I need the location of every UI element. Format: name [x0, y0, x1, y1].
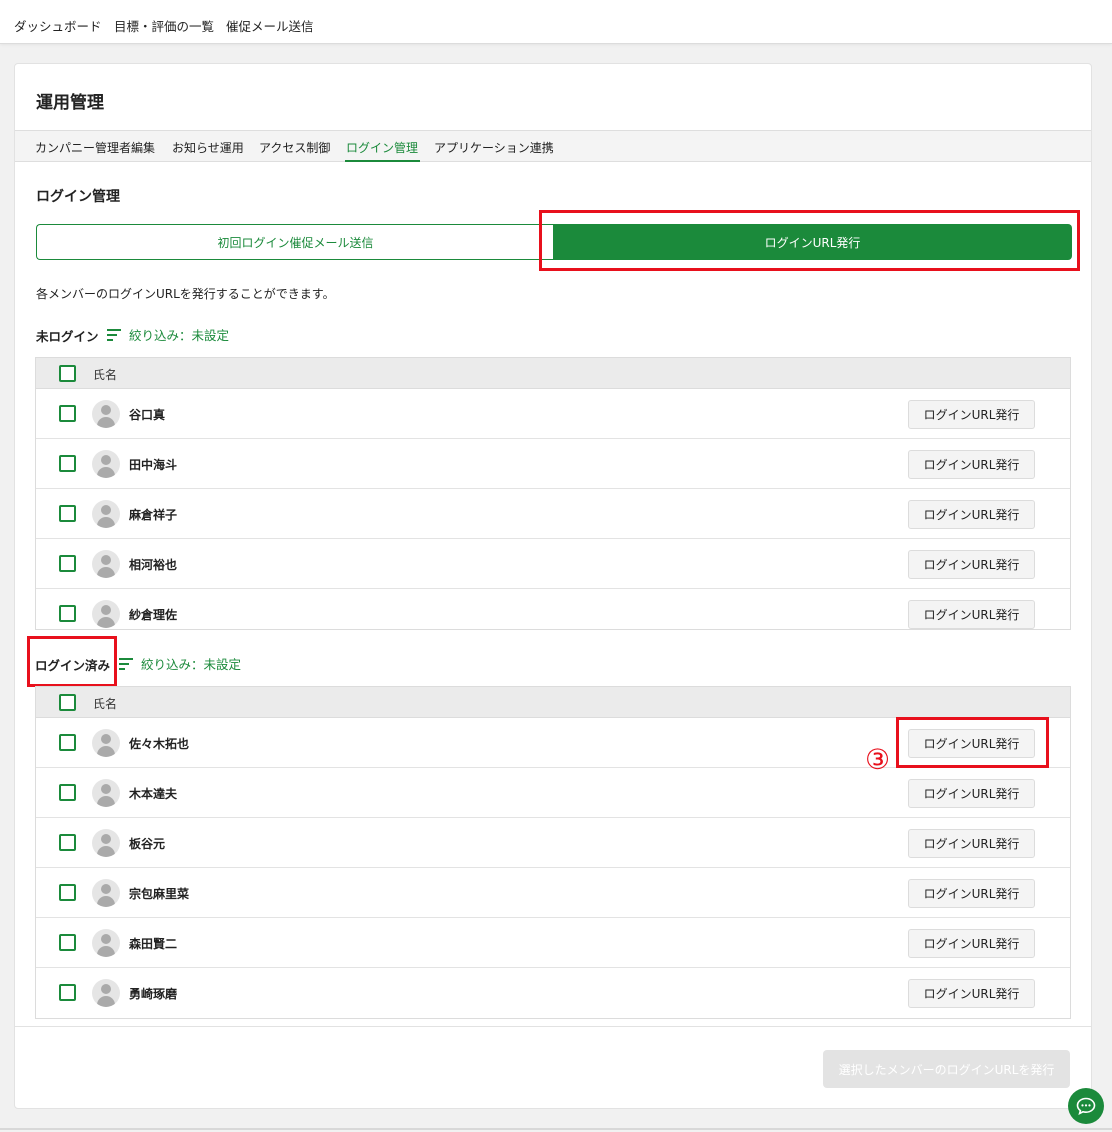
issue-login-url-button[interactable]: ログインURL発行 [908, 979, 1035, 1008]
user-avatar-icon [92, 979, 120, 1007]
filter-label: 絞り込み：未設定 [129, 328, 230, 343]
issue-login-url-button[interactable]: ログインURL発行 [908, 929, 1035, 958]
member-row: 木本達夫 ログインURL発行 [36, 768, 1070, 818]
member-name: 田中海斗 [129, 458, 178, 472]
first-login-reminder-toggle[interactable]: 初回ログイン催促メール送信 [36, 224, 554, 260]
member-row: 相河裕也 ログインURL発行 [36, 539, 1070, 589]
column-name-header: 氏名 [93, 697, 118, 711]
issue-login-url-button[interactable]: ログインURL発行 [908, 600, 1035, 629]
nav-reminder-mail[interactable]: 催促メール送信 [226, 16, 314, 35]
filter-lines-icon [119, 657, 133, 670]
tab-app-integration[interactable]: アプリケーション連携 [434, 139, 554, 156]
chat-support-button[interactable] [1068, 1088, 1104, 1124]
highlight-box-logged-in-label [27, 636, 117, 687]
member-checkbox[interactable] [59, 505, 76, 522]
filter-lines-icon [107, 328, 121, 341]
filter-label: 絞り込み：未設定 [141, 657, 242, 672]
select-all-checkbox[interactable] [59, 365, 76, 382]
user-avatar-icon [92, 550, 120, 578]
logged-in-filter[interactable]: 絞り込み：未設定 [119, 654, 241, 673]
member-checkbox[interactable] [59, 405, 76, 422]
member-name: 宗包麻里菜 [129, 887, 190, 901]
select-all-checkbox[interactable] [59, 694, 76, 711]
member-name: 紗倉理佐 [129, 608, 178, 622]
member-row: 森田賢二 ログインURL発行 [36, 918, 1070, 968]
member-checkbox[interactable] [59, 884, 76, 901]
member-name: 佐々木拓也 [129, 737, 190, 751]
not-logged-in-label: 未ログイン [36, 329, 99, 344]
bulk-issue-url-button[interactable]: 選択したメンバーのログインURLを発行 [823, 1050, 1070, 1088]
member-name: 板谷元 [129, 837, 166, 851]
member-row: 麻倉祥子 ログインURL発行 [36, 489, 1070, 539]
member-name: 谷口真 [129, 408, 166, 422]
top-navigation: ダッシュボード 目標・評価の一覧 催促メール送信 [0, 0, 1112, 44]
member-checkbox[interactable] [59, 834, 76, 851]
admin-card: 運用管理 カンパニー管理者編集 お知らせ運用 アクセス制御 ログイン管理 アプリ… [14, 63, 1092, 1109]
page-title: 運用管理 [36, 93, 104, 113]
member-name: 相河裕也 [129, 558, 178, 572]
tab-bar: カンパニー管理者編集 お知らせ運用 アクセス制御 ログイン管理 アプリケーション… [15, 130, 1091, 162]
highlight-box-url-button [896, 717, 1049, 768]
user-avatar-icon [92, 779, 120, 807]
member-row: 宗包麻里菜 ログインURL発行 [36, 868, 1070, 918]
user-avatar-icon [92, 879, 120, 907]
user-avatar-icon [92, 500, 120, 528]
not-logged-in-filter[interactable]: 絞り込み：未設定 [107, 325, 229, 344]
issue-login-url-button[interactable]: ログインURL発行 [908, 450, 1035, 479]
tab-notifications[interactable]: お知らせ運用 [172, 139, 244, 156]
bottom-border [0, 1128, 1112, 1130]
section-title: ログイン管理 [36, 189, 120, 205]
member-checkbox[interactable] [59, 455, 76, 472]
tab-login-management[interactable]: ログイン管理 [346, 139, 418, 156]
tab-access-control[interactable]: アクセス制御 [259, 139, 330, 156]
footer-divider [15, 1026, 1091, 1027]
tab-company-admin[interactable]: カンパニー管理者編集 [35, 139, 155, 156]
column-name-header: 氏名 [93, 368, 118, 382]
issue-login-url-button[interactable]: ログインURL発行 [908, 829, 1035, 858]
member-checkbox[interactable] [59, 784, 76, 801]
issue-login-url-button[interactable]: ログインURL発行 [908, 550, 1035, 579]
table-header: 氏名 [36, 358, 1070, 389]
highlight-box-segment [539, 210, 1080, 271]
member-checkbox[interactable] [59, 605, 76, 622]
member-name: 木本達夫 [129, 787, 178, 801]
issue-login-url-button[interactable]: ログインURL発行 [908, 400, 1035, 429]
nav-dashboard[interactable]: ダッシュボード [14, 16, 102, 35]
member-name: 森田賢二 [129, 937, 178, 951]
nav-goals-evaluations[interactable]: 目標・評価の一覧 [114, 16, 214, 35]
table-header: 氏名 [36, 687, 1070, 718]
member-checkbox[interactable] [59, 984, 76, 1001]
user-avatar-icon [92, 400, 120, 428]
active-tab-indicator [345, 160, 420, 162]
chat-bubble-icon [1076, 1097, 1096, 1115]
issue-login-url-button[interactable]: ログインURL発行 [908, 879, 1035, 908]
member-row: 谷口真 ログインURL発行 [36, 389, 1070, 439]
member-row: 田中海斗 ログインURL発行 [36, 439, 1070, 489]
description-text: 各メンバーのログインURLを発行することができます。 [36, 287, 335, 301]
member-name: 勇崎琢磨 [129, 987, 178, 1001]
user-avatar-icon [92, 829, 120, 857]
member-row: 紗倉理佐 ログインURL発行 [36, 589, 1070, 629]
user-avatar-icon [92, 729, 120, 757]
member-checkbox[interactable] [59, 934, 76, 951]
user-avatar-icon [92, 929, 120, 957]
not-logged-in-table: 氏名 谷口真 ログインURL発行 田中海斗 ログインURL発行 麻倉祥子 ログインURL発… [35, 357, 1071, 630]
member-row: 勇崎琢磨 ログインURL発行 [36, 968, 1070, 1018]
user-avatar-icon [92, 450, 120, 478]
member-row: 板谷元 ログインURL発行 [36, 818, 1070, 868]
member-checkbox[interactable] [59, 734, 76, 751]
issue-login-url-button[interactable]: ログインURL発行 [908, 779, 1035, 808]
step-marker: ③ [865, 743, 891, 776]
member-checkbox[interactable] [59, 555, 76, 572]
user-avatar-icon [92, 600, 120, 628]
member-name: 麻倉祥子 [129, 508, 178, 522]
issue-login-url-button[interactable]: ログインURL発行 [908, 500, 1035, 529]
